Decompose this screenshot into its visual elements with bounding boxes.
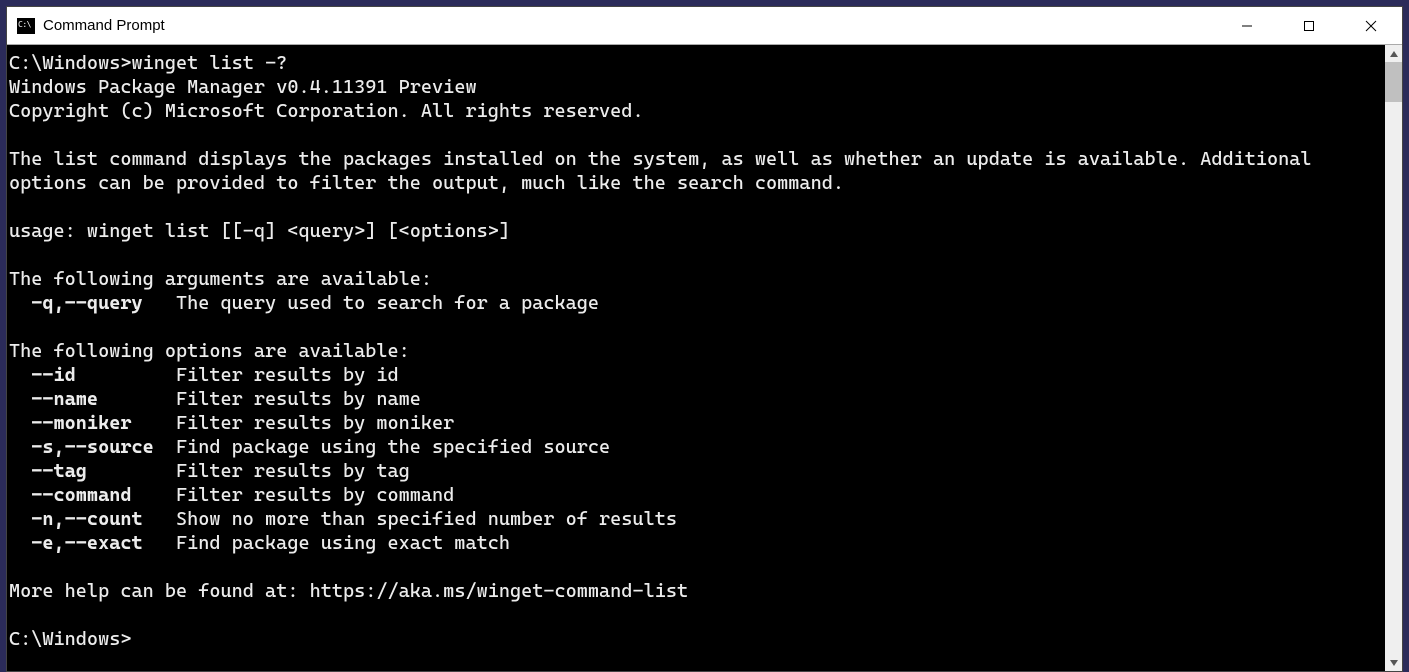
minimize-icon (1241, 20, 1253, 32)
scroll-up-button[interactable] (1385, 45, 1402, 62)
opt-desc: Filter results by command (176, 484, 454, 506)
arg-desc: The query used to search for a package (176, 292, 599, 314)
opt-desc: Filter results by name (176, 388, 421, 410)
option-row: --nameFilter results by name (9, 388, 421, 410)
cmd-icon (17, 18, 35, 34)
opt-flag: --name (31, 387, 176, 411)
option-row: --tagFilter results by tag (9, 460, 410, 482)
option-row: --monikerFilter results by moniker (9, 412, 454, 434)
terminal-area: C:\Windows>winget list -? Windows Packag… (7, 45, 1402, 671)
opt-flag: -e,--exact (31, 531, 176, 555)
option-row: --commandFilter results by command (9, 484, 454, 506)
minimize-button[interactable] (1216, 7, 1278, 44)
titlebar[interactable]: Command Prompt (7, 7, 1402, 45)
opt-flag: -n,--count (31, 507, 176, 531)
opt-desc: Filter results by tag (176, 460, 410, 482)
arguments-heading: The following arguments are available: (9, 268, 432, 290)
opt-desc: Show no more than specified number of re… (176, 508, 677, 530)
close-icon (1365, 20, 1377, 32)
option-row: -e,--exactFind package using exact match (9, 532, 510, 554)
usage-line: usage: winget list [[-q] <query>] [<opti… (9, 220, 510, 242)
terminal-output[interactable]: C:\Windows>winget list -? Windows Packag… (7, 45, 1385, 671)
maximize-icon (1303, 20, 1315, 32)
option-row: -s,--sourceFind package using the specif… (9, 436, 610, 458)
copyright-line: Copyright (c) Microsoft Corporation. All… (9, 100, 644, 122)
option-row: --idFilter results by id (9, 364, 399, 386)
help-link-line: More help can be found at: https://aka.m… (9, 580, 688, 602)
arg-flag: -q,--query (31, 291, 176, 315)
scroll-thumb[interactable] (1385, 62, 1402, 102)
opt-flag: --moniker (31, 411, 176, 435)
argument-row: -q,--queryThe query used to search for a… (9, 292, 599, 314)
window-title: Command Prompt (43, 17, 1216, 34)
command-text: winget list -? (131, 52, 287, 74)
close-button[interactable] (1340, 7, 1402, 44)
opt-desc: Find package using the specified source (176, 436, 610, 458)
opt-desc: Find package using exact match (176, 532, 510, 554)
opt-flag: -s,--source (31, 435, 176, 459)
opt-desc: Filter results by moniker (176, 412, 454, 434)
opt-flag: --id (31, 363, 176, 387)
description-text: The list command displays the packages i… (9, 148, 1323, 194)
vertical-scrollbar[interactable] (1385, 45, 1402, 671)
window-controls (1216, 7, 1402, 44)
chevron-down-icon (1390, 660, 1398, 666)
prompt-path: C:\Windows> (9, 628, 131, 650)
command-prompt-window: Command Prompt C:\Windows>winget list -?… (6, 6, 1403, 672)
prompt-path: C:\Windows> (9, 52, 131, 74)
scroll-down-button[interactable] (1385, 654, 1402, 671)
opt-flag: --command (31, 483, 176, 507)
chevron-up-icon (1390, 51, 1398, 57)
opt-flag: --tag (31, 459, 176, 483)
maximize-button[interactable] (1278, 7, 1340, 44)
option-row: -n,--countShow no more than specified nu… (9, 508, 677, 530)
options-heading: The following options are available: (9, 340, 410, 362)
opt-desc: Filter results by id (176, 364, 399, 386)
version-line: Windows Package Manager v0.4.11391 Previ… (9, 76, 477, 98)
